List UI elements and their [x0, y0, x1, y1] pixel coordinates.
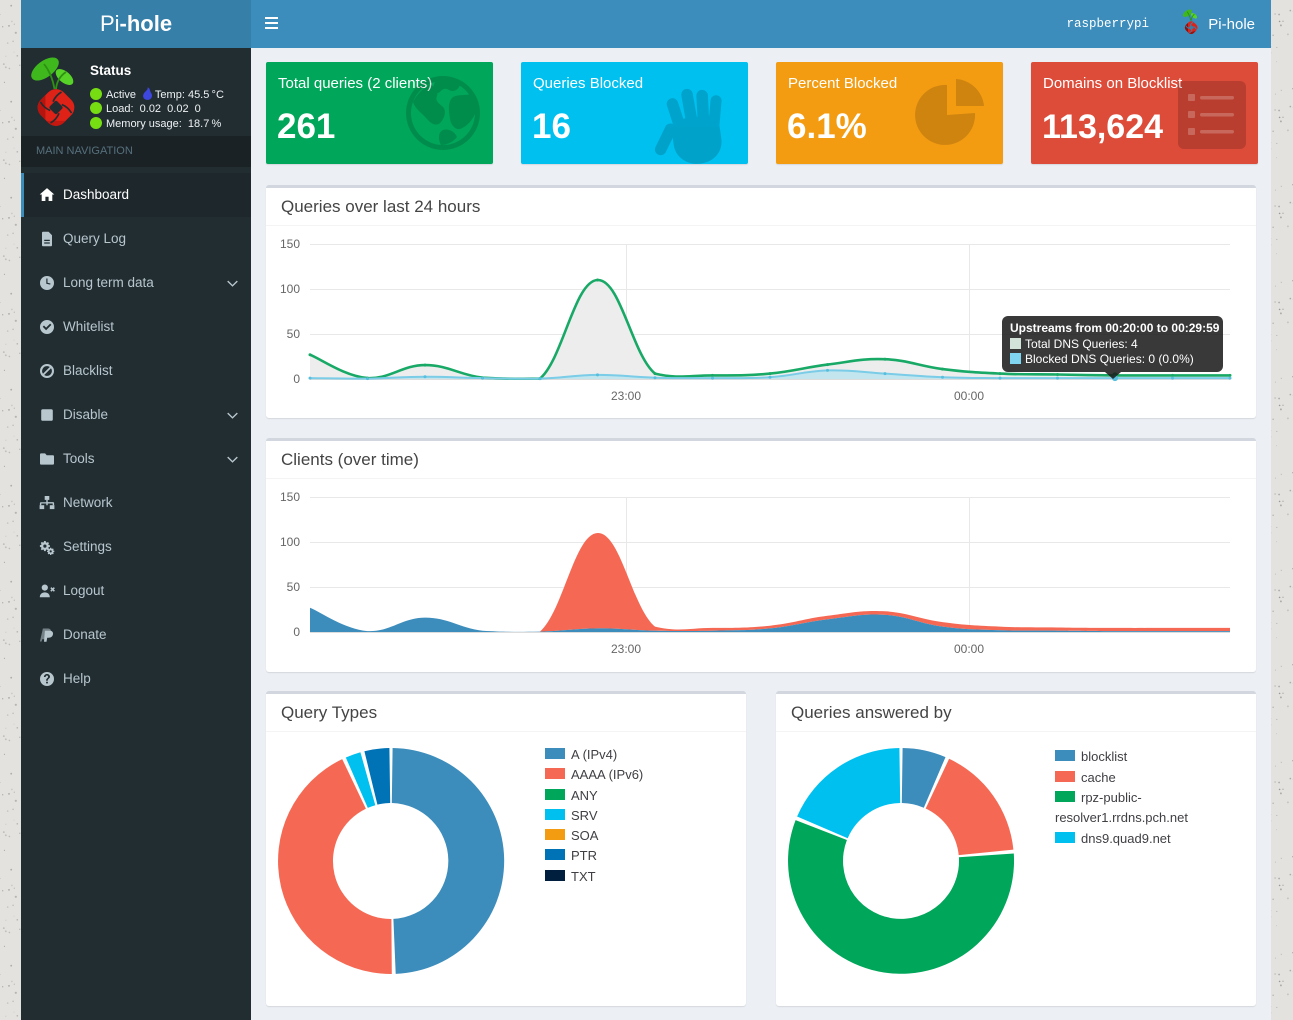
svg-text:100: 100 — [280, 282, 300, 296]
svg-text:50: 50 — [287, 327, 301, 341]
svg-text:0: 0 — [293, 625, 300, 639]
svg-text:00:00: 00:00 — [954, 642, 984, 656]
svg-text:23:00: 23:00 — [611, 389, 641, 403]
svg-text:00:00: 00:00 — [954, 389, 984, 403]
svg-text:50: 50 — [287, 580, 301, 594]
svg-text:150: 150 — [280, 237, 300, 251]
svg-text:100: 100 — [280, 535, 300, 549]
svg-text:23:00: 23:00 — [611, 642, 641, 656]
svg-text:150: 150 — [280, 490, 300, 504]
svg-text:0: 0 — [293, 372, 300, 386]
